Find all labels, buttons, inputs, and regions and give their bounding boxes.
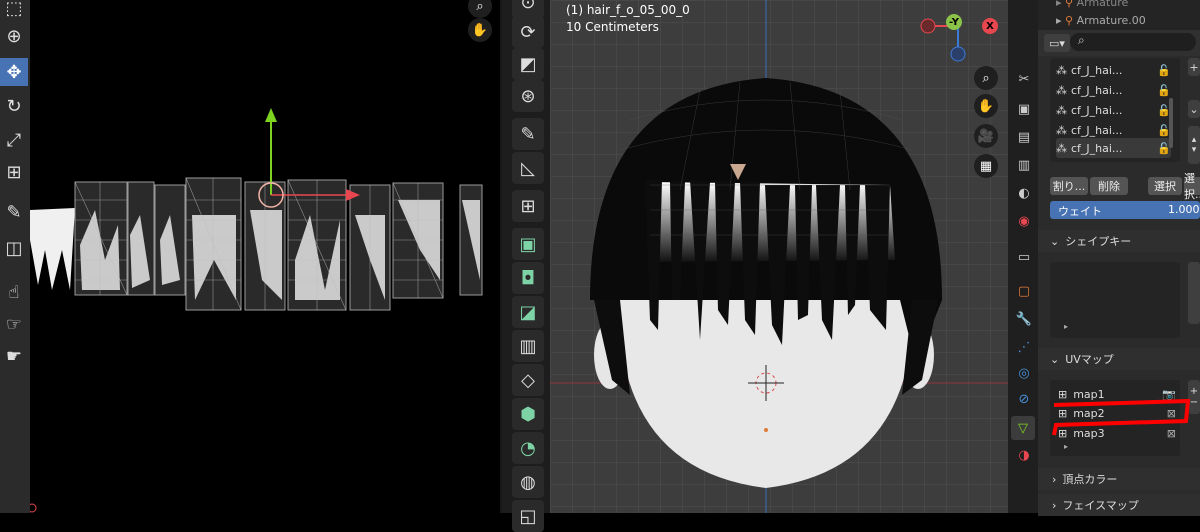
outliner-armature-2[interactable]: ▸ ⚲ Armature.00 (1056, 14, 1146, 27)
particles-tab-icon[interactable]: ⋰ (1015, 338, 1033, 356)
transform-tool-icon[interactable]: ⊞ (0, 158, 28, 186)
loop-cut-icon[interactable]: ▥ (512, 330, 544, 362)
red-highlight-annotation (1052, 398, 1191, 436)
vertex-colors-header[interactable]: › 頂点カラー (1038, 468, 1200, 490)
render-tab-icon[interactable]: ▣ (1015, 100, 1033, 118)
material-tab-icon[interactable]: ◑ (1015, 446, 1033, 464)
weight-label: ウェイト (1058, 205, 1102, 218)
transform-tool-icon[interactable]: ⊛ (512, 80, 544, 112)
3d-viewport[interactable]: -Y X ⌕ ✋ 🎥 ▦ (550, 0, 1008, 513)
relax-tool-icon[interactable]: ☛ (0, 342, 28, 370)
scale-tool-icon[interactable]: ⤢ (0, 126, 28, 154)
specials-button[interactable]: ⌄ (1188, 100, 1200, 118)
uv-maps-header[interactable]: ⌄ UVマップ (1038, 348, 1200, 370)
uv-editor-canvas[interactable]: ⌕ ✋ (0, 0, 500, 513)
list-expand-icon[interactable]: ▸ (1064, 322, 1068, 331)
shape-keys-list[interactable] (1050, 262, 1180, 338)
annotate-tool-icon[interactable]: ✎ (512, 118, 544, 150)
weight-value: 1.000 (1168, 203, 1200, 216)
camera-icon[interactable]: 🎥 (974, 124, 998, 148)
gizmo-y-axis[interactable]: -Y (946, 14, 962, 30)
gizmo-x-axis[interactable]: X (982, 18, 998, 34)
shape-keys-header[interactable]: ⌄ シェイプキー (1038, 230, 1200, 252)
list-item[interactable]: ⁂ cf_J_hai... 🔓 (1056, 60, 1171, 80)
knife-tool-icon[interactable]: ◇ (512, 364, 544, 396)
outliner-armature-1[interactable]: ▸ ⚲ Armature (1056, 0, 1128, 9)
uv-toolbar: ⬚ ⊕ ✥ ↻ ⤢ ⊞ ✎ ◫ ☝ ☞ ☛ (0, 0, 30, 513)
annotate-tool-icon[interactable]: ✎ (0, 198, 28, 226)
shrink-tool-icon[interactable]: ◱ (512, 500, 544, 532)
output-tab-icon[interactable]: ▤ (1015, 128, 1033, 146)
grab-tool-icon[interactable]: ☝ (0, 278, 28, 306)
list-item[interactable]: ⁂ cf_J_hai... 🔓 (1056, 100, 1171, 120)
search-input[interactable]: ⌕ (1070, 33, 1196, 51)
zoom-icon[interactable]: ⌕ (974, 66, 998, 90)
viewport-scene (550, 0, 1008, 513)
scale-tool-icon[interactable]: ◩ (512, 48, 544, 80)
tool-tab-icon[interactable]: ✂ (1015, 70, 1033, 88)
deselect-button[interactable]: 選択... (1184, 172, 1200, 201)
smooth-tool-icon[interactable]: ◍ (512, 466, 544, 498)
move-buttons[interactable]: ▴ ▾ (1188, 126, 1200, 164)
select-box-icon[interactable]: ⬚ (0, 0, 28, 22)
list-item[interactable]: ⁂ cf_J_hai... 🔓 (1056, 120, 1171, 140)
collection-tab-icon[interactable]: ▭ (1015, 248, 1033, 266)
viewport-units: 10 Centimeters (566, 20, 659, 34)
assign-button[interactable]: 割り... (1050, 177, 1088, 195)
select-button[interactable]: 選択 (1148, 177, 1182, 195)
view-layer-tab-icon[interactable]: ▥ (1015, 156, 1033, 174)
list-scrollbar[interactable] (1169, 98, 1173, 148)
viewport-toolbar: ⊙ ⟳ ◩ ⊛ ✎ ◺ ⊞ ▣ ◘ ◪ ▥ ◇ ⬢ ◔ ◍ ◱ (502, 0, 550, 532)
cursor-icon[interactable]: ⊕ (0, 22, 28, 50)
rotate-tool-icon[interactable]: ↻ (0, 92, 28, 120)
properties-panel: ▸ ⚲ Armature ▸ ⚲ Armature.00 ▭▾ ⌕ ⁂ cf_J_… (1038, 0, 1200, 516)
pinch-tool-icon[interactable]: ☞ (0, 310, 28, 338)
cube-icon[interactable]: ◫ (0, 234, 28, 262)
list-item[interactable]: ⁂ cf_J_hai... 🔓 (1056, 80, 1171, 100)
constraints-tab-icon[interactable]: ⊘ (1015, 390, 1033, 408)
list-item-active[interactable]: ⁂ cf_J_hai... 🔓 (1056, 138, 1171, 158)
scene-tab-icon[interactable]: ◐ (1015, 184, 1033, 202)
hand-pan-icon[interactable]: ✋ (974, 94, 998, 118)
grid-view-icon[interactable]: ▦ (974, 154, 998, 178)
physics-tab-icon[interactable]: ◎ (1015, 364, 1033, 382)
poly-build-icon[interactable]: ⬢ (512, 398, 544, 430)
properties-tabs: ✂ ▣ ▤ ▥ ◐ ◉ ▭ ▢ 🔧 ⋰ ◎ ⊘ ▽ ◑ (1008, 0, 1038, 513)
shape-key-side-buttons[interactable] (1188, 262, 1200, 324)
modifier-tab-icon[interactable]: 🔧 (1015, 310, 1033, 328)
uv-islands (27, 108, 483, 513)
measure-tool-icon[interactable]: ◺ (512, 152, 544, 184)
object-tab-icon[interactable]: ▢ (1015, 282, 1033, 300)
inset-tool-icon[interactable]: ◘ (512, 262, 544, 294)
spin-tool-icon[interactable]: ◔ (512, 432, 544, 464)
world-tab-icon[interactable]: ◉ (1015, 212, 1033, 230)
mesh-data-tab-icon[interactable]: ▽ (1011, 416, 1035, 440)
add-button[interactable]: + (1188, 58, 1200, 76)
bevel-tool-icon[interactable]: ◪ (512, 296, 544, 328)
viewport-object-name: (1) hair_f_o_05_00_0 (566, 3, 690, 17)
editor-type-dropdown[interactable]: ▭▾ (1044, 34, 1070, 52)
hand-pan-icon[interactable]: ✋ (468, 18, 492, 42)
remove-button[interactable]: 削除 (1090, 177, 1128, 195)
rotate-tool-icon[interactable]: ⟳ (512, 16, 544, 48)
move-tool-icon[interactable]: ✥ (0, 58, 28, 86)
extrude-tool-icon[interactable]: ▣ (512, 228, 544, 260)
add-cube-icon[interactable]: ⊞ (512, 190, 544, 222)
